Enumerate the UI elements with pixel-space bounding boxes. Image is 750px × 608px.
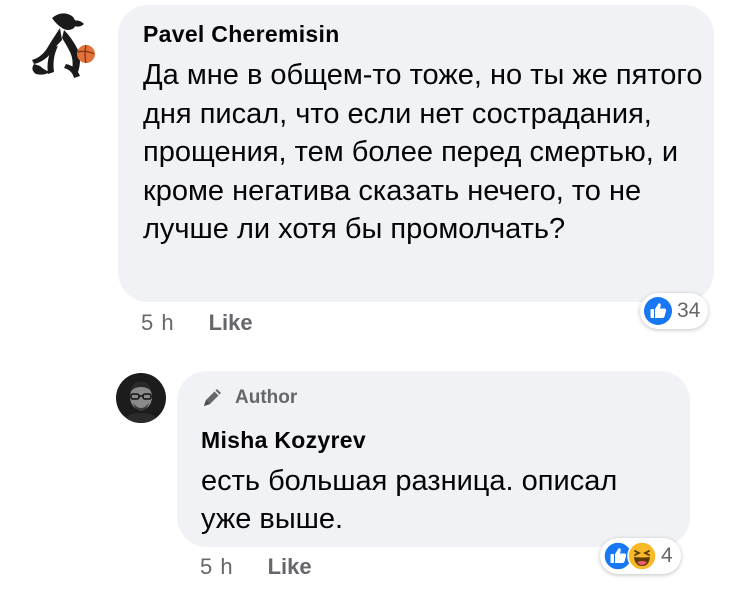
comment-text: Да мне в общем-то тоже, но ты же пятого … bbox=[143, 59, 703, 245]
comment-meta: 5 h Like bbox=[141, 310, 253, 336]
reactions-summary[interactable]: 34 bbox=[640, 293, 709, 329]
comment-timestamp[interactable]: 5 h bbox=[200, 554, 234, 580]
comment-meta: 5 h Like bbox=[200, 554, 312, 580]
comment-text: есть большая разница. описал уже выше. bbox=[201, 465, 618, 535]
pen-icon bbox=[204, 389, 221, 406]
comment-author[interactable]: Pavel Cheremisin bbox=[143, 21, 340, 48]
comment-thread: Pavel Cheremisin Да мне в общем-то тоже,… bbox=[0, 0, 750, 608]
like-icon bbox=[644, 297, 672, 325]
reaction-count: 34 bbox=[677, 299, 701, 322]
like-button[interactable]: Like bbox=[268, 554, 312, 580]
avatar[interactable] bbox=[116, 373, 166, 423]
reaction-count: 4 bbox=[661, 544, 673, 567]
avatar[interactable] bbox=[22, 6, 106, 84]
comment-timestamp[interactable]: 5 h bbox=[141, 310, 175, 336]
author-badge-label: Author bbox=[235, 387, 298, 408]
haha-icon bbox=[627, 541, 657, 571]
comment-author[interactable]: Misha Kozyrev bbox=[201, 427, 366, 454]
author-badge: Author bbox=[201, 387, 297, 409]
reactions-summary[interactable]: 4 bbox=[600, 538, 681, 574]
reaction-icons bbox=[603, 541, 657, 571]
like-button[interactable]: Like bbox=[209, 310, 253, 336]
